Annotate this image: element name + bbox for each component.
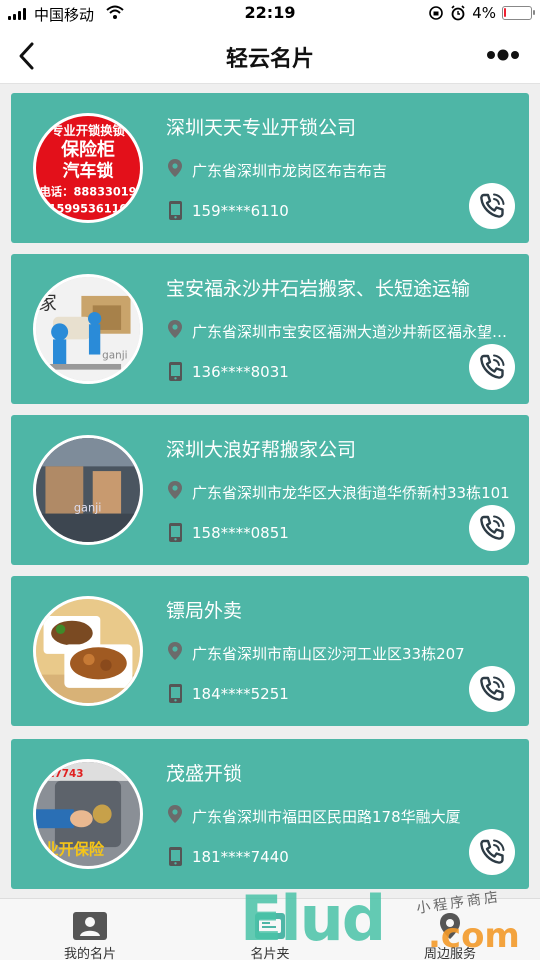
tab-label: 周边服务 [423, 947, 476, 960]
avatar-text: 电话：88833019 [39, 184, 136, 198]
alarm-icon [451, 5, 465, 21]
phone-call-icon [480, 193, 505, 218]
avatar-text: 专业开锁换锁 [51, 123, 125, 138]
call-button[interactable] [469, 183, 515, 229]
call-button[interactable] [469, 666, 515, 712]
company-address: 广东省深圳市龙岗区布吉布吉 [192, 162, 388, 180]
tab-label: 名片夹 [250, 947, 290, 960]
mobile-phone-icon [169, 201, 182, 220]
avatar: 27743 业开保险 [33, 759, 143, 869]
id-card-icon [73, 912, 107, 940]
avatar [33, 596, 143, 706]
phone-call-icon [480, 676, 505, 701]
tab-card-holder[interactable]: 名片夹 [180, 899, 360, 960]
phone-number: 158****0851 [192, 524, 289, 542]
phone-number: 184****5251 [192, 685, 289, 703]
mobile-phone-icon [169, 684, 182, 703]
business-card[interactable]: 27743 业开保险 茂盛开锁 广东省深圳市福田区民田路178华融大厦 181*… [11, 739, 529, 889]
tab-nearby-services[interactable]: 周边服务 [360, 899, 540, 960]
company-address: 广东省深圳市南山区沙河工业区33栋207 [192, 645, 465, 663]
battery-icon [502, 6, 535, 20]
phone-call-icon [480, 515, 505, 540]
tab-bar: 我的名片 名片夹 周边服务 [0, 898, 540, 960]
phone-call-icon [480, 354, 505, 379]
mobile-phone-icon [169, 523, 182, 542]
company-name: 茂盛开锁 [166, 763, 243, 785]
company-address: 广东省深圳市宝安区福洲大道沙井新区福永望… [192, 323, 508, 341]
avatar-text: ganji [102, 349, 127, 361]
nav-bar: 轻云名片 [0, 28, 540, 84]
company-name: 深圳天天专业开锁公司 [166, 117, 357, 139]
status-bar: 中国移动 22:19 4% [0, 0, 540, 28]
mobile-phone-icon [169, 362, 182, 381]
call-button[interactable] [469, 344, 515, 390]
avatar-text: 保险柜 [60, 139, 115, 161]
call-button[interactable] [469, 829, 515, 875]
business-card[interactable]: 专业开锁换锁 保险柜 汽车锁 电话：88833019 1599536110 深圳… [11, 93, 529, 243]
battery-percent: 4% [472, 4, 496, 22]
avatar-text: ganji [74, 501, 102, 515]
phone-number: 136****8031 [192, 363, 289, 381]
avatar: ganji [33, 435, 143, 545]
location-pin-icon [168, 481, 182, 499]
nearby-icon [440, 913, 460, 939]
phone-number: 181****7440 [192, 848, 289, 866]
phone-number: 159****6110 [192, 202, 289, 220]
tab-my-card[interactable]: 我的名片 [0, 899, 180, 960]
avatar-text: 业开保险 [44, 841, 105, 859]
card-holder-icon [255, 913, 285, 939]
avatar: 专业开锁换锁 保险柜 汽车锁 电话：88833019 1599536110 [33, 113, 143, 223]
business-card[interactable]: ganji 深圳大浪好帮搬家公司 广东省深圳市龙华区大浪街道华侨新村33栋101… [11, 415, 529, 565]
location-pin-icon [168, 320, 182, 338]
phone-call-icon [480, 839, 505, 864]
avatar-text: 汽车锁 [63, 161, 114, 182]
avatar-text: 1599536110 [49, 201, 128, 215]
more-options-button[interactable] [486, 48, 520, 62]
company-address: 广东省深圳市福田区民田路178华融大厦 [192, 808, 461, 826]
page-title: 轻云名片 [225, 47, 314, 72]
company-name: 宝安福永沙井石岩搬家、长短途运输 [166, 278, 471, 300]
avatar-text: 家 [38, 292, 57, 314]
company-name: 深圳大浪好帮搬家公司 [166, 439, 357, 461]
avatar-text: 27743 [47, 768, 83, 780]
business-card[interactable]: 家 ganji 宝安福永沙井石岩搬家、长短途运输 广东省深圳市宝安区福洲大道沙井… [11, 254, 529, 404]
business-card[interactable]: 镖局外卖 广东省深圳市南山区沙河工业区33栋207 184****5251 [11, 576, 529, 726]
location-pin-icon [168, 805, 182, 823]
rotation-lock-icon [429, 6, 444, 20]
location-pin-icon [168, 642, 182, 660]
location-pin-icon [168, 159, 182, 177]
company-address: 广东省深圳市龙华区大浪街道华侨新村33栋101 [192, 484, 510, 502]
avatar: 家 ganji [33, 274, 143, 384]
call-button[interactable] [469, 505, 515, 551]
mobile-phone-icon [169, 847, 182, 866]
company-name: 镖局外卖 [166, 600, 243, 622]
tab-label: 我的名片 [63, 947, 116, 960]
business-card-list: 专业开锁换锁 保险柜 汽车锁 电话：88833019 1599536110 深圳… [0, 84, 540, 898]
